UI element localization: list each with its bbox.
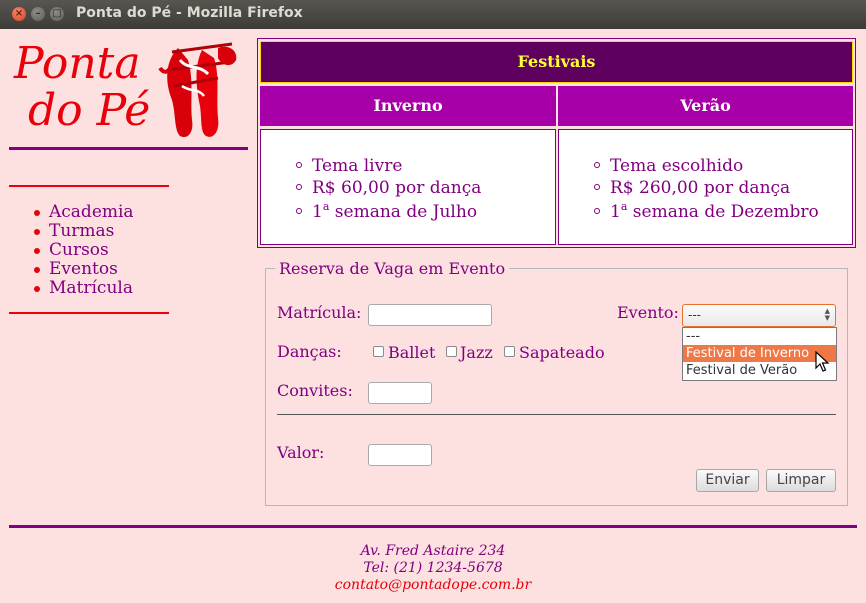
footer-divider — [9, 525, 857, 528]
festival-detail-item: 1a semana de Dezembro — [594, 201, 819, 223]
submit-button[interactable]: Enviar — [696, 469, 759, 492]
nav-item-eventos[interactable]: Eventos — [34, 260, 134, 279]
nav-item-cursos[interactable]: Cursos — [34, 241, 134, 260]
ballet-checkbox-label[interactable]: Ballet — [388, 343, 435, 362]
nav-item-turmas[interactable]: Turmas — [34, 222, 134, 241]
window-titlebar: × – □ Ponta do Pé - Mozilla Firefox — [0, 0, 866, 29]
convites-label: Convites: — [277, 381, 353, 400]
festival-detail-item: 1a semana de Julho — [296, 201, 481, 223]
festival-detail-item: R$ 260,00 por dança — [594, 177, 819, 199]
logo-divider — [9, 147, 248, 150]
festival-detail-number: 1 — [610, 202, 621, 222]
valor-input[interactable] — [368, 444, 432, 466]
window-close-button[interactable]: × — [12, 7, 26, 21]
sapateado-checkbox-label[interactable]: Sapateado — [519, 343, 605, 362]
festival-detail-ordinal: a — [620, 200, 628, 213]
evento-option-highlighted[interactable]: Festival de Inverno — [683, 345, 836, 362]
page-footer: Av. Fred Astaire 234 Tel: (21) 1234-5678… — [0, 543, 866, 594]
footer-phone: Tel: (21) 1234-5678 — [363, 560, 503, 576]
window-title: Ponta do Pé - Mozilla Firefox — [76, 5, 303, 21]
festivals-title: Festivais — [260, 41, 853, 83]
footer-address: Av. Fred Astaire 234 — [360, 543, 506, 559]
jazz-checkbox[interactable] — [446, 346, 457, 357]
festival-detail-number: 1 — [312, 202, 323, 222]
valor-label: Valor: — [277, 443, 325, 462]
form-separator — [277, 414, 836, 415]
reset-button[interactable]: Limpar — [766, 469, 836, 492]
ballet-checkbox[interactable] — [373, 346, 384, 357]
festival-detail-item: Tema escolhido — [594, 155, 819, 177]
evento-option[interactable]: Festival de Verão — [683, 362, 836, 379]
festival-detail-item: Tema livre — [296, 155, 481, 177]
dancas-label: Danças: — [277, 342, 342, 361]
site-logo: Ponta do Pé — [14, 40, 150, 134]
reservation-legend: Reserva de Vaga em Evento — [279, 259, 506, 278]
festival-detail-text: semana de Julho — [334, 202, 478, 222]
footer-email-link[interactable]: contato@pontadope.com.br — [0, 577, 866, 594]
evento-label: Evento: — [617, 303, 679, 322]
logo-line-2: do Pé — [28, 85, 151, 136]
nav-item-academia[interactable]: Academia — [34, 203, 134, 222]
window-maximize-button[interactable]: □ — [50, 7, 64, 21]
nav-link-turmas[interactable]: Turmas — [49, 221, 114, 241]
logo-line-1: Ponta — [14, 38, 141, 89]
festival-column-inverno: Inverno — [260, 86, 556, 126]
evento-selected-value: --- — [688, 308, 701, 322]
nav-link-academia[interactable]: Academia — [49, 202, 134, 222]
window-minimize-button[interactable]: – — [31, 7, 45, 21]
ballet-shoes-icon — [158, 42, 237, 138]
festival-column-verao: Verão — [558, 86, 853, 126]
nav-link-matricula[interactable]: Matrícula — [49, 278, 133, 298]
matricula-label: Matrícula: — [277, 303, 362, 322]
evento-dropdown-list: --- Festival de Inverno Festival de Verã… — [682, 327, 837, 381]
convites-input[interactable] — [368, 382, 432, 404]
main-nav: Academia Turmas Cursos Eventos Matrícula — [34, 203, 134, 298]
nav-divider-top — [9, 185, 169, 187]
festivals-table: Festivais Inverno Verão Tema livre R$ 60… — [257, 38, 856, 248]
festival-details-verao: Tema escolhido R$ 260,00 por dança 1a se… — [558, 129, 853, 245]
nav-item-matricula[interactable]: Matrícula — [34, 279, 134, 298]
nav-link-cursos[interactable]: Cursos — [49, 240, 109, 260]
evento-option[interactable]: --- — [683, 328, 836, 345]
nav-divider-bottom — [9, 312, 169, 314]
mouse-pointer-icon — [815, 351, 830, 372]
festival-details-inverno: Tema livre R$ 60,00 por dança 1a semana … — [260, 129, 556, 245]
festival-detail-ordinal: a — [322, 200, 330, 213]
nav-link-eventos[interactable]: Eventos — [49, 259, 118, 279]
jazz-checkbox-label[interactable]: Jazz — [460, 343, 493, 362]
sapateado-checkbox[interactable] — [504, 346, 515, 357]
select-arrows-icon: ▲ ▼ — [824, 307, 830, 322]
matricula-input[interactable] — [368, 304, 492, 326]
festival-detail-item: R$ 60,00 por dança — [296, 177, 481, 199]
festival-detail-text: semana de Dezembro — [632, 202, 819, 222]
evento-select[interactable]: --- ▲ ▼ — [682, 304, 836, 327]
